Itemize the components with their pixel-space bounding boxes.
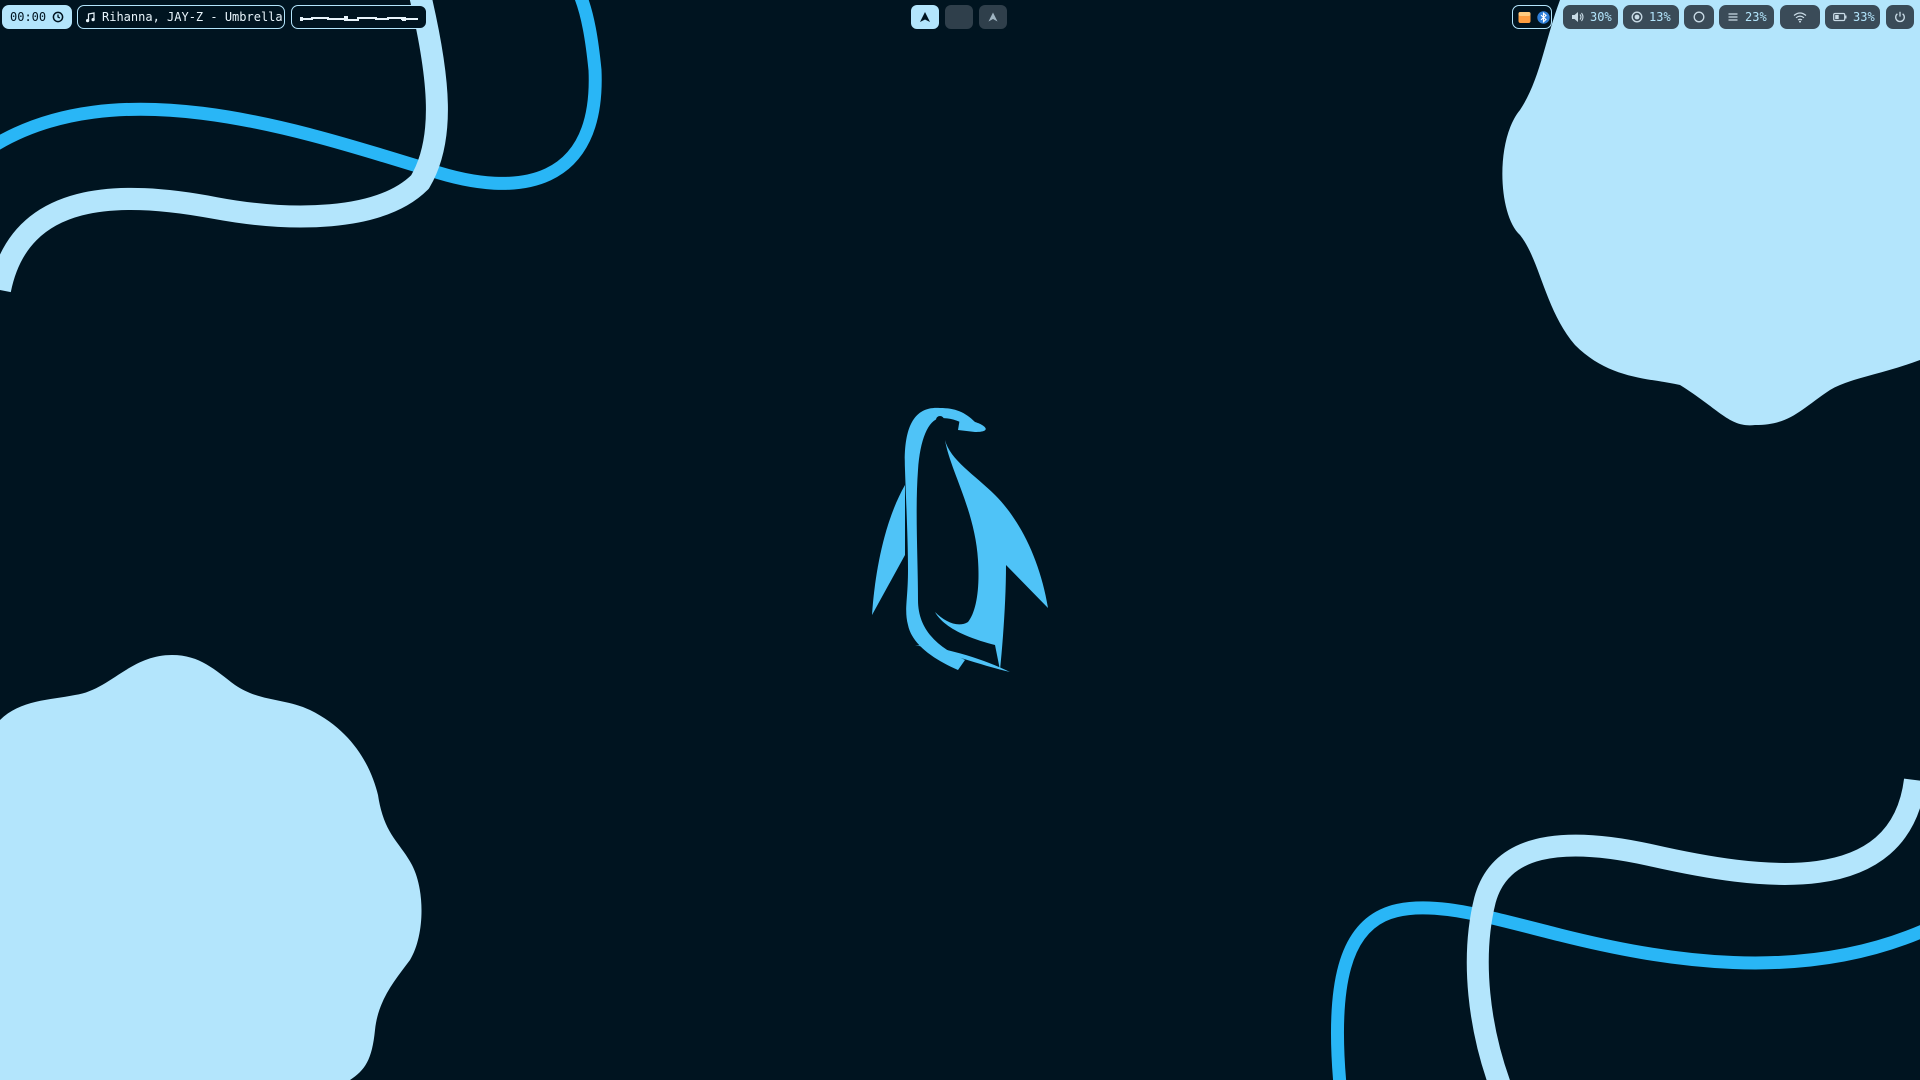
- arch-logo-icon: [987, 11, 999, 23]
- speaker-icon: [1571, 11, 1584, 23]
- circle-indicator[interactable]: [1684, 5, 1714, 29]
- workspace-2[interactable]: [945, 5, 973, 29]
- media-title: Rihanna, JAY-Z - Umbrella: [102, 10, 283, 24]
- media-widget[interactable]: Rihanna, JAY-Z - Umbrella: [77, 5, 285, 29]
- wifi-icon: [1793, 11, 1807, 23]
- penguin-belly: [935, 440, 1048, 670]
- wallpaper-curve-light-top: [0, 0, 448, 293]
- wallpaper: [0, 0, 1920, 1080]
- penguin-eye: [936, 416, 944, 424]
- workspace-3[interactable]: [979, 5, 1007, 29]
- top-bar: 00:00 Rihanna, JAY-Z - Umbrella 30% 13% …: [0, 2, 1920, 32]
- wallpaper-blob-top-right: [1502, 0, 1920, 426]
- audio-visualizer: [291, 5, 427, 29]
- cpu-value: 13%: [1649, 10, 1671, 24]
- volume-value: 30%: [1590, 10, 1612, 24]
- battery-icon: [1833, 12, 1847, 22]
- system-tray: [1512, 5, 1552, 29]
- battery-value: 33%: [1853, 10, 1875, 24]
- music-note-icon: [85, 11, 96, 23]
- battery-indicator[interactable]: 33%: [1825, 5, 1880, 29]
- circle-icon: [1693, 11, 1705, 23]
- memory-value: 23%: [1745, 10, 1767, 24]
- wallpaper-blob-bottom-left: [0, 655, 422, 1080]
- wallpaper-curve-blue-bottom: [1330, 901, 1920, 1080]
- network-indicator[interactable]: [1780, 5, 1820, 29]
- penguin-wing: [872, 485, 905, 615]
- memory-indicator[interactable]: 23%: [1719, 5, 1774, 29]
- cpu-icon: [1631, 11, 1643, 23]
- bluetooth-icon[interactable]: [1537, 10, 1550, 24]
- power-button[interactable]: [1886, 5, 1914, 29]
- cpu-indicator[interactable]: 13%: [1623, 5, 1679, 29]
- power-icon: [1894, 11, 1906, 23]
- app-tray-icon[interactable]: [1518, 11, 1531, 24]
- clock-time: 00:00: [10, 10, 47, 24]
- memory-icon: [1727, 11, 1739, 23]
- clock-widget[interactable]: 00:00: [2, 5, 72, 29]
- volume-indicator[interactable]: 30%: [1563, 5, 1618, 29]
- clock-icon: [52, 11, 64, 23]
- audio-visualizer-icon: [300, 16, 418, 21]
- arch-logo-icon: [919, 11, 931, 23]
- penguin-logo: [872, 407, 1048, 672]
- workspace-1[interactable]: [911, 5, 939, 29]
